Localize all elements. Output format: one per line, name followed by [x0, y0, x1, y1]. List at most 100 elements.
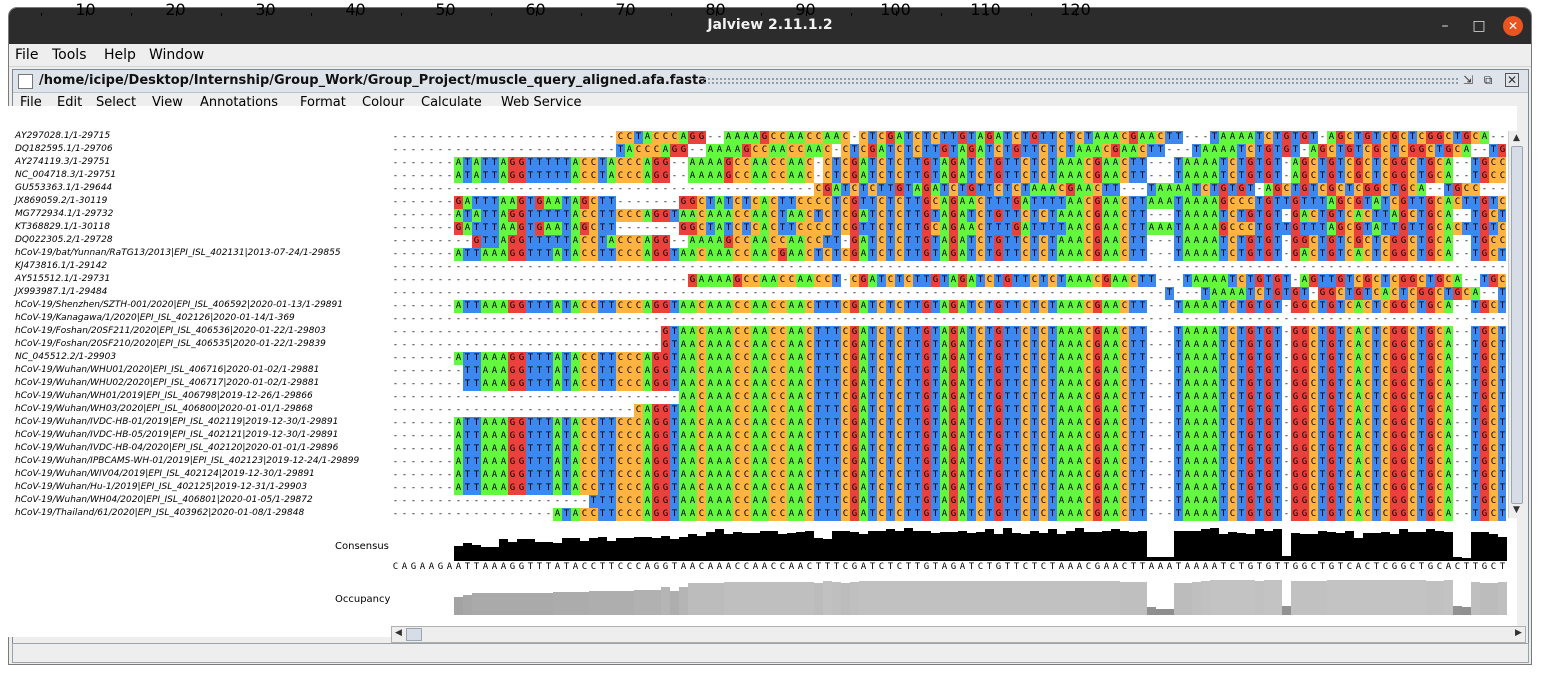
residue[interactable]: -	[409, 300, 418, 313]
residue[interactable]: -	[994, 313, 1003, 326]
residue[interactable]: -	[607, 339, 616, 352]
residue[interactable]: G	[949, 248, 958, 261]
residue[interactable]: -	[400, 443, 409, 456]
residue[interactable]: T	[1372, 339, 1381, 352]
residue[interactable]: T	[526, 196, 535, 209]
residue[interactable]: A	[499, 469, 508, 482]
residue[interactable]: A	[571, 430, 580, 443]
residue[interactable]: A	[940, 482, 949, 495]
residue[interactable]: -	[1156, 157, 1165, 170]
residue[interactable]: T	[949, 131, 958, 144]
residue[interactable]: -	[643, 261, 652, 274]
residue[interactable]: C	[1084, 157, 1093, 170]
residue[interactable]: T	[526, 456, 535, 469]
residue[interactable]: T	[526, 417, 535, 430]
residue[interactable]: -	[427, 482, 436, 495]
residue[interactable]: A	[1102, 417, 1111, 430]
residue[interactable]: T	[1417, 300, 1426, 313]
residue[interactable]: T	[1255, 391, 1264, 404]
residue[interactable]: -	[1282, 378, 1291, 391]
residue[interactable]: T	[1129, 157, 1138, 170]
residue[interactable]: T	[931, 326, 940, 339]
residue[interactable]: -	[1147, 352, 1156, 365]
residue[interactable]: T	[913, 196, 922, 209]
residue[interactable]: A	[643, 443, 652, 456]
residue[interactable]: T	[958, 183, 967, 196]
residue[interactable]: -	[724, 313, 733, 326]
residue[interactable]: A	[1354, 326, 1363, 339]
sequence-id[interactable]: hCoV-19/Foshan/20SF210/2020|EPI_ISL_4065…	[15, 339, 326, 352]
residue[interactable]: T	[904, 469, 913, 482]
residue[interactable]: A	[643, 469, 652, 482]
residue[interactable]: C	[1021, 443, 1030, 456]
residue[interactable]: -	[400, 287, 409, 300]
residue[interactable]: C	[742, 430, 751, 443]
residue[interactable]: A	[1210, 495, 1219, 508]
residue[interactable]: -	[805, 287, 814, 300]
residue[interactable]: A	[607, 157, 616, 170]
residue[interactable]: -	[1372, 313, 1381, 326]
residue[interactable]: -	[751, 287, 760, 300]
residue[interactable]: G	[1273, 287, 1282, 300]
residue[interactable]: A	[1102, 339, 1111, 352]
residue[interactable]: A	[724, 495, 733, 508]
residue[interactable]: G	[1246, 170, 1255, 183]
residue[interactable]: -	[418, 196, 427, 209]
residue[interactable]: A	[481, 248, 490, 261]
residue[interactable]: G	[949, 469, 958, 482]
residue[interactable]: A	[688, 300, 697, 313]
residue[interactable]: T	[1273, 495, 1282, 508]
residue[interactable]: A	[490, 365, 499, 378]
residue[interactable]: A	[1444, 248, 1453, 261]
residue[interactable]: A	[1183, 352, 1192, 365]
residue[interactable]: T	[1012, 469, 1021, 482]
residue[interactable]: G	[994, 248, 1003, 261]
residue[interactable]: -	[1318, 313, 1327, 326]
residue[interactable]: T	[823, 430, 832, 443]
residue[interactable]: C	[1039, 352, 1048, 365]
residue[interactable]: G	[1264, 222, 1273, 235]
residue[interactable]: -	[760, 261, 769, 274]
residue[interactable]: A	[787, 209, 796, 222]
residue[interactable]: -	[436, 443, 445, 456]
residue[interactable]: -	[1183, 144, 1192, 157]
residue[interactable]: C	[976, 300, 985, 313]
residue[interactable]: T	[886, 183, 895, 196]
residue[interactable]: G	[1246, 209, 1255, 222]
residue[interactable]: C	[769, 248, 778, 261]
residue[interactable]: T	[1129, 391, 1138, 404]
residue[interactable]: C	[841, 404, 850, 417]
residue[interactable]: T	[1417, 391, 1426, 404]
residue[interactable]: -	[1246, 261, 1255, 274]
residue[interactable]: -	[472, 183, 481, 196]
residue[interactable]: C	[1444, 131, 1453, 144]
residue[interactable]: C	[1435, 469, 1444, 482]
residue[interactable]: -	[1165, 508, 1174, 521]
residue[interactable]: A	[1201, 469, 1210, 482]
residue[interactable]: A	[553, 482, 562, 495]
residue[interactable]: -	[535, 508, 544, 521]
residue[interactable]: C	[1363, 352, 1372, 365]
residue[interactable]: T	[1228, 183, 1237, 196]
residue[interactable]: C	[1435, 209, 1444, 222]
residue[interactable]: -	[1462, 339, 1471, 352]
residue[interactable]: C	[697, 482, 706, 495]
residue[interactable]: -	[499, 508, 508, 521]
residue[interactable]: G	[1426, 196, 1435, 209]
residue[interactable]: C	[769, 495, 778, 508]
residue[interactable]: T	[598, 196, 607, 209]
residue[interactable]: G	[1291, 339, 1300, 352]
residue[interactable]: G	[1291, 326, 1300, 339]
residue[interactable]: C	[895, 495, 904, 508]
residue[interactable]: -	[1165, 352, 1174, 365]
residue[interactable]: A	[1057, 157, 1066, 170]
residue[interactable]: T	[814, 326, 823, 339]
residue[interactable]: A	[1192, 248, 1201, 261]
residue[interactable]: -	[760, 183, 769, 196]
residue[interactable]: T	[967, 404, 976, 417]
residue[interactable]: -	[1156, 248, 1165, 261]
residue[interactable]: C	[1084, 209, 1093, 222]
residue[interactable]: A	[724, 131, 733, 144]
residue[interactable]: T	[490, 209, 499, 222]
residue[interactable]: T	[985, 157, 994, 170]
